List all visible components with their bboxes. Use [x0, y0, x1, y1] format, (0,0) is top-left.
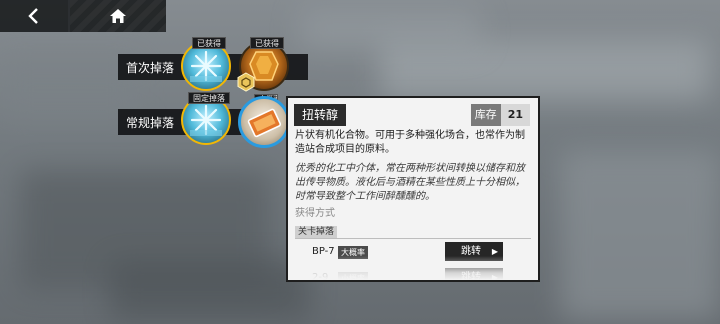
regular-drop-label: 常规掉落 [126, 115, 175, 130]
home-icon [110, 9, 126, 23]
obtain-method-label: 获得方式 [295, 208, 335, 219]
item-description: 片状有机化合物。可用于多种强化场合，也常作为制造站合成项目的原料。 [295, 130, 525, 155]
first-item-2-badge: 已获得 [250, 37, 284, 49]
back-arrow-icon [28, 8, 38, 24]
scroll-fade-overlay [288, 256, 538, 280]
item-detail-panel: 扭转醇 库存 21 片状有机化合物。可用于多种强化场合，也常作为制造站合成项目的… [286, 96, 540, 282]
selected-item-ring [238, 96, 290, 148]
panel-header: 扭转醇 库存 21 [294, 104, 530, 126]
first-item-1-badge: 已获得 [192, 37, 226, 49]
top-nav-bar [0, 0, 170, 32]
stock-label: 库存 [470, 104, 501, 126]
source-section-header: 关卡掉落 [295, 226, 531, 239]
item-flavor-text: 优秀的化工中介体，常在两种形状间转换以储存和放出传导物质。液化后与酒精在某些性质… [295, 163, 525, 202]
level-hexagon-icon [237, 72, 255, 92]
stock-value: 21 [500, 104, 530, 126]
home-button[interactable] [70, 0, 166, 32]
first-drop-label: 首次掉落 [126, 60, 175, 75]
back-button[interactable] [0, 0, 70, 32]
regular-item-1-badge: 固定掉落 [188, 92, 230, 104]
source-section-label: 关卡掉落 [295, 226, 338, 238]
item-name: 扭转醇 [294, 104, 347, 126]
stock-counter: 库存 21 [470, 104, 530, 126]
